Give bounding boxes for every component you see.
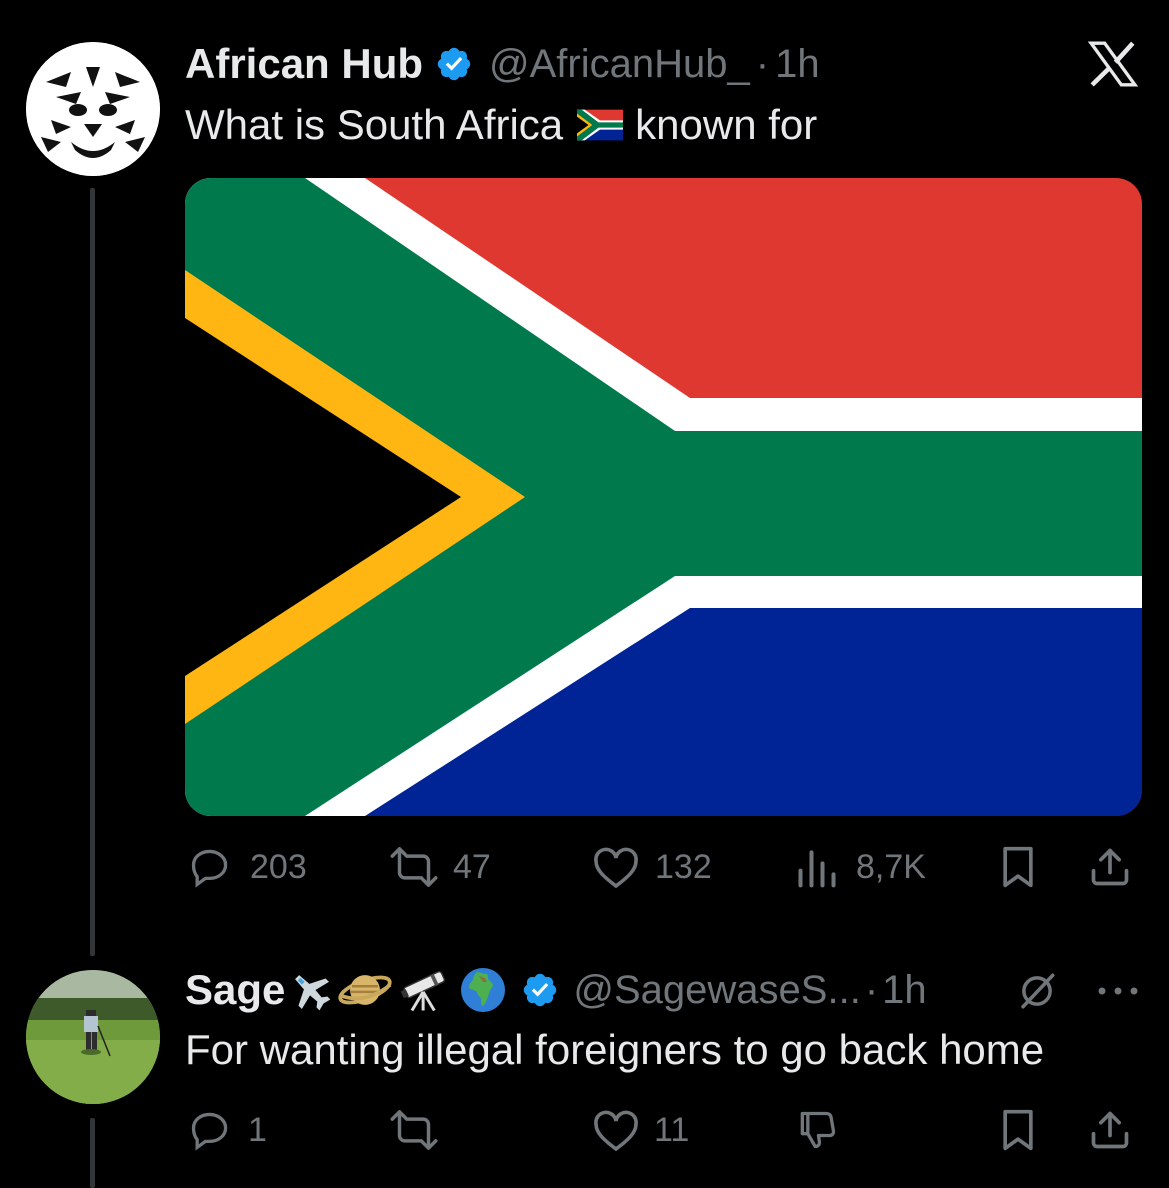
- tweet-text-part1: What is South Africa: [185, 101, 564, 148]
- reply-like-icon[interactable]: [592, 1108, 640, 1152]
- telescope-emoji-icon: [397, 967, 453, 1013]
- author-handle[interactable]: @AfricanHub_: [489, 42, 750, 87]
- tweet-media-image[interactable]: [185, 178, 1142, 816]
- reply-text: For wanting illegal foreigners to go bac…: [185, 1026, 1045, 1073]
- bookmark-icon[interactable]: [998, 845, 1038, 889]
- reply-bookmark-icon[interactable]: [998, 1108, 1038, 1152]
- tweet-header: African Hub @AfricanHub_ · 1h: [185, 38, 820, 90]
- reply-icon[interactable]: [188, 845, 232, 889]
- like-icon[interactable]: [592, 845, 640, 889]
- south-africa-flag-image: [185, 178, 1142, 816]
- reply-header: Sage @SagewaseS... · 1h: [185, 964, 927, 1016]
- verified-badge-icon: [435, 45, 473, 83]
- tweet-time[interactable]: 1h: [775, 42, 820, 87]
- tweet-text-part2: known for: [635, 101, 818, 148]
- dislike-icon[interactable]: [795, 1108, 839, 1152]
- ringed-planet-emoji-icon: [337, 967, 393, 1013]
- like-count: 132: [655, 848, 712, 886]
- reply-separator-dot: ·: [864, 967, 879, 1012]
- more-options-icon[interactable]: [1096, 980, 1140, 1002]
- author-name[interactable]: African Hub: [185, 40, 423, 88]
- thread-line: [90, 188, 95, 956]
- south-africa-flag-emoji-icon: [577, 109, 624, 141]
- reply-author-handle[interactable]: @SagewaseS...: [573, 968, 860, 1013]
- reply-reply-icon[interactable]: [188, 1108, 232, 1152]
- reply-repost-icon[interactable]: [385, 1108, 443, 1152]
- reply-count: 203: [250, 848, 307, 886]
- separator-dot: ·: [755, 41, 770, 86]
- reply-author-name[interactable]: Sage: [185, 966, 285, 1014]
- grok-icon[interactable]: [1016, 970, 1058, 1012]
- reply-verified-badge-icon: [521, 971, 559, 1009]
- tiger-logo-icon: [26, 42, 160, 176]
- reply-time[interactable]: 1h: [882, 968, 927, 1013]
- reply-avatar[interactable]: [26, 970, 160, 1104]
- views-count: 8,7K: [856, 848, 926, 886]
- reply-share-icon[interactable]: [1088, 1108, 1132, 1152]
- tweet-text: What is South Africa known for: [185, 100, 817, 150]
- airplane-emoji-icon: [287, 967, 333, 1013]
- reply-like-count: 11: [654, 1111, 690, 1149]
- views-icon[interactable]: [795, 845, 839, 889]
- globe-africa-emoji-icon: [459, 966, 507, 1014]
- reply-reply-count: 1: [248, 1111, 267, 1149]
- author-avatar[interactable]: [26, 42, 160, 176]
- golfer-photo-icon: [26, 970, 160, 1104]
- repost-icon[interactable]: [385, 845, 443, 889]
- repost-count: 47: [453, 848, 491, 886]
- x-logo-icon[interactable]: [1088, 40, 1138, 88]
- share-icon[interactable]: [1088, 845, 1132, 889]
- reply-thread-line: [90, 1118, 95, 1188]
